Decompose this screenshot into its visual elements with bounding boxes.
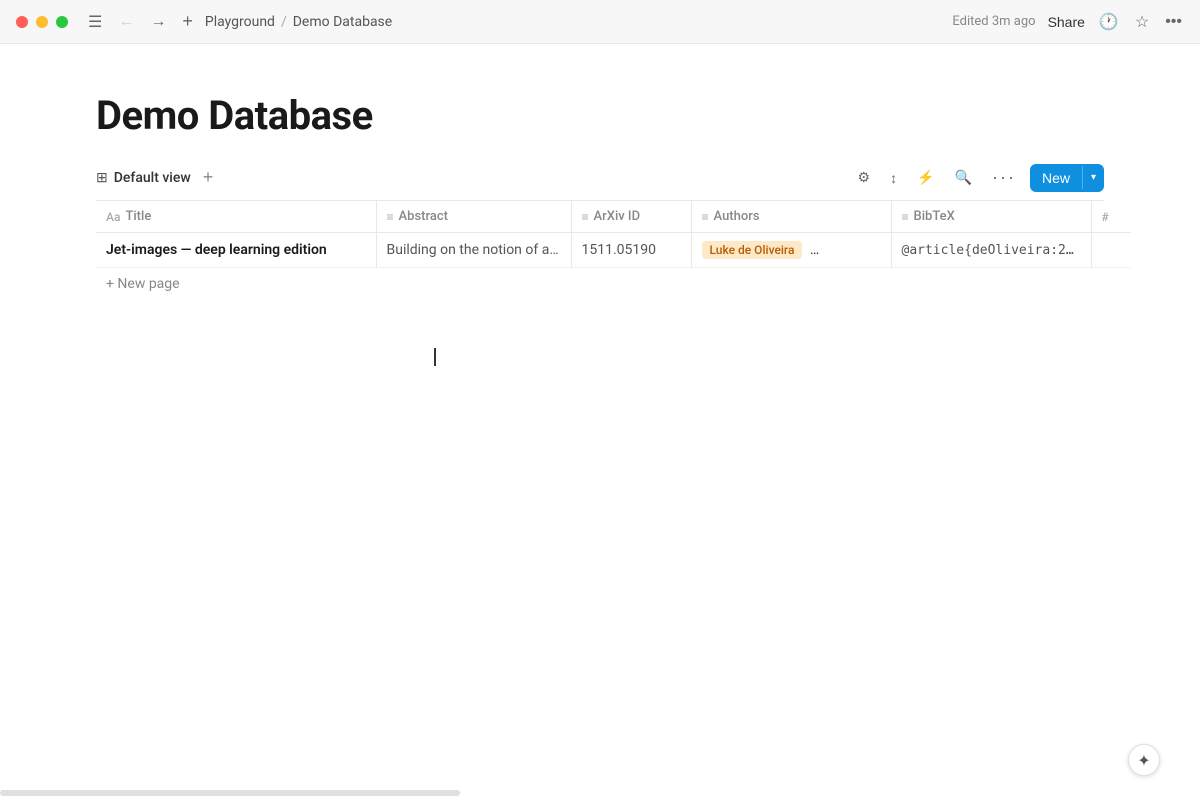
maximize-button[interactable] — [56, 16, 68, 28]
view-label: Default view — [114, 170, 191, 186]
titlebar: ☰ ← → + Playground / Demo Database Edite… — [0, 0, 1200, 44]
author-tag-2[interactable]: Michael K — [810, 241, 879, 259]
breadcrumb: Playground / Demo Database — [205, 14, 392, 30]
row-arxiv[interactable]: 1511.05190 — [571, 233, 691, 268]
filter-button[interactable]: ⚙ — [852, 165, 877, 190]
arxiv-col-icon: ≡ — [582, 210, 589, 224]
forward-button[interactable]: → — [146, 11, 170, 33]
cursor-help-icon: ✦ — [1128, 744, 1160, 776]
new-page-button[interactable]: + — [178, 9, 197, 34]
toolbar-right: ⚙ ↕ ⚡ 🔍 ··· New ▾ — [852, 163, 1104, 192]
main-content: Demo Database ⊞ Default view + ⚙ ↕ ⚡ 🔍 ·… — [0, 44, 1200, 300]
sort-icon: ↕ — [890, 170, 897, 186]
db-toolbar: ⊞ Default view + ⚙ ↕ ⚡ 🔍 ··· New ▾ — [96, 163, 1104, 201]
table-view-icon: ⊞ — [96, 170, 108, 186]
new-record-button[interactable]: New ▾ — [1030, 164, 1104, 192]
authors-col-label: Authors — [714, 209, 760, 224]
breadcrumb-workspace[interactable]: Playground — [205, 14, 275, 30]
toolbar-more-button[interactable]: ··· — [986, 163, 1022, 192]
new-page-label[interactable]: + New page — [96, 268, 1131, 301]
traffic-lights — [16, 16, 68, 28]
new-page-row[interactable]: + New page — [96, 268, 1131, 301]
search-button[interactable]: 🔍 — [949, 165, 978, 190]
bibtex-col-label: BibTeX — [914, 209, 955, 224]
abstract-col-label: Abstract — [399, 209, 448, 224]
row-authors[interactable]: Luke de Oliveira Michael K — [691, 233, 891, 268]
nav-controls: ☰ ← → + — [84, 9, 197, 34]
row-bibtex[interactable]: @article{deOliveira:2015xxd, — [891, 233, 1091, 268]
authors-col-icon: ≡ — [702, 210, 709, 224]
title-col-icon: Aa — [106, 210, 120, 224]
new-button-label: New — [1030, 164, 1082, 192]
database-table: Aa Title ≡ Abstract ≡ ArXiv ID — [96, 201, 1131, 300]
author-tag-1[interactable]: Luke de Oliveira — [702, 241, 803, 259]
col-header-hash[interactable]: # — [1091, 201, 1131, 233]
row-abstract[interactable]: Building on the notion of a par — [376, 233, 571, 268]
back-button[interactable]: ← — [114, 11, 138, 33]
table-header-row: Aa Title ≡ Abstract ≡ ArXiv ID — [96, 201, 1131, 233]
breadcrumb-separator: / — [281, 14, 287, 30]
favorite-button[interactable]: ☆ — [1133, 10, 1151, 34]
sidebar-toggle-button[interactable]: ☰ — [84, 10, 106, 34]
search-icon: 🔍 — [955, 169, 972, 186]
scrollbar-track[interactable] — [0, 790, 460, 796]
page-title: Demo Database — [96, 92, 1104, 139]
table-row[interactable]: Jet-images — deep learning edition Build… — [96, 233, 1131, 268]
hash-col-icon: # — [1102, 210, 1109, 224]
row-hash — [1091, 233, 1131, 268]
close-button[interactable] — [16, 16, 28, 28]
share-button[interactable]: Share — [1048, 14, 1085, 30]
abstract-col-icon: ≡ — [387, 210, 394, 224]
filter-icon: ⚙ — [858, 169, 871, 186]
col-header-bibtex[interactable]: ≡ BibTeX — [891, 201, 1091, 233]
new-button-chevron[interactable]: ▾ — [1082, 166, 1104, 189]
title-col-label: Title — [125, 209, 151, 224]
add-view-button[interactable]: + — [199, 167, 218, 188]
text-cursor — [434, 348, 436, 366]
col-header-authors[interactable]: ≡ Authors — [691, 201, 891, 233]
lightning-icon: ⚡ — [917, 169, 934, 186]
more-options-button[interactable]: ••• — [1163, 11, 1184, 33]
titlebar-right: Edited 3m ago Share 🕐 ☆ ••• — [952, 10, 1184, 34]
col-header-abstract[interactable]: ≡ Abstract — [376, 201, 571, 233]
arxiv-col-label: ArXiv ID — [594, 209, 641, 224]
history-button[interactable]: 🕐 — [1097, 10, 1121, 34]
breadcrumb-page[interactable]: Demo Database — [293, 14, 392, 30]
lightning-button[interactable]: ⚡ — [911, 165, 940, 190]
view-selector[interactable]: ⊞ Default view — [96, 170, 191, 186]
minimize-button[interactable] — [36, 16, 48, 28]
row-title[interactable]: Jet-images — deep learning edition — [96, 233, 376, 268]
bibtex-col-icon: ≡ — [902, 210, 909, 224]
col-header-title[interactable]: Aa Title — [96, 201, 376, 233]
edited-timestamp: Edited 3m ago — [952, 14, 1035, 29]
sort-button[interactable]: ↕ — [884, 166, 903, 190]
col-header-arxiv[interactable]: ≡ ArXiv ID — [571, 201, 691, 233]
